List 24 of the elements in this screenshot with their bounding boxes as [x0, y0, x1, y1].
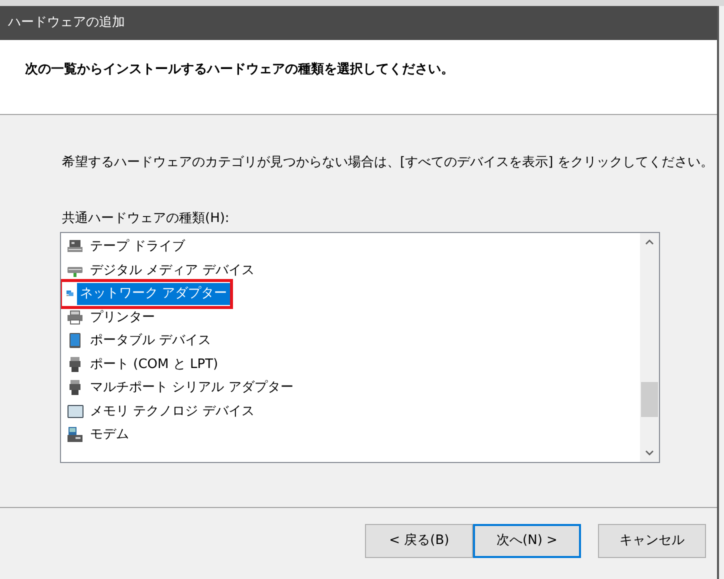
instruction-text: 希望するハードウェアのカテゴリが見つからない場合は、[すべてのデバイスを表示] をクリックしてください。: [62, 155, 714, 170]
list-item[interactable]: デジタル メディア デバイス: [87, 260, 258, 281]
scroll-down-icon[interactable]: [645, 450, 654, 456]
modem-icon: [66, 426, 84, 444]
list-item[interactable]: テープ ドライブ: [87, 236, 188, 258]
next-button[interactable]: 次へ(N) >: [473, 524, 581, 558]
window-title: ハードウェアの追加: [8, 14, 125, 32]
printer-icon: [66, 308, 84, 326]
list-item[interactable]: ポータブル デバイス: [87, 330, 214, 352]
scroll-up-icon[interactable]: [645, 239, 654, 245]
hardware-list[interactable]: テープ ドライブ デジタル メディア デバイス ネットワーク アダプター プリンター ポータブル デバイス ポート (COM と LPT) マルチポート シリアル アダプター メモリ テクノロジ デバイス モデム: [60, 232, 660, 463]
cancel-button[interactable]: キャンセル: [598, 524, 706, 558]
scroll-thumb[interactable]: [641, 382, 658, 417]
page-heading: 次の一覧からインストールするハードウェアの種類を選択してください。: [25, 62, 454, 77]
list-item[interactable]: モデム: [87, 424, 132, 446]
list-item[interactable]: マルチポート シリアル アダプター: [87, 377, 296, 398]
list-item[interactable]: ポート (COM と LPT): [87, 354, 222, 375]
list-item[interactable]: プリンター: [87, 306, 158, 328]
scrollbar[interactable]: [640, 233, 659, 462]
list-label: 共通ハードウェアの種類(H):: [62, 210, 230, 226]
back-button[interactable]: < 戻る(B): [365, 524, 474, 558]
memory-device-icon: [66, 402, 84, 420]
list-item[interactable]: ネットワーク アダプター: [76, 283, 230, 304]
list-item[interactable]: メモリ テクノロジ デバイス: [87, 400, 258, 422]
